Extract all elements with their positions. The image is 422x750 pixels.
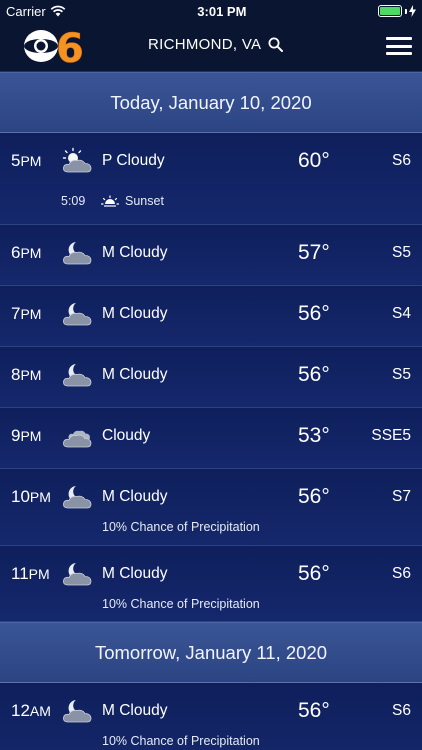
condition-label: M Cloudy [102, 366, 168, 383]
temperature: 56° [298, 699, 330, 722]
wind: S5 [392, 244, 411, 261]
sunset-icon [101, 195, 119, 207]
precipitation-chance: 10% Chance of Precipitation [102, 734, 260, 748]
condition-label: P Cloudy [102, 152, 165, 169]
day-header-tomorrow: Tomorrow, January 11, 2020 [0, 622, 422, 683]
hamburger-menu-icon[interactable] [386, 37, 412, 55]
cloudy-icon [63, 430, 92, 448]
wind: S6 [392, 702, 411, 719]
wind: S7 [392, 488, 411, 505]
clock: 3:01 PM [197, 3, 247, 19]
condition-label: M Cloudy [102, 488, 168, 505]
temperature: 57° [298, 241, 330, 264]
temperature: 60° [298, 149, 330, 172]
mostly-cloudy-night-icon [63, 563, 92, 586]
day-header-today: Today, January 10, 2020 [0, 72, 422, 133]
menu-line [386, 37, 412, 40]
hour-label: 10PM [11, 487, 51, 506]
logo-number: 6 [56, 26, 84, 66]
hourly-row[interactable]: 12AM M Cloudy 56° S6 10% Chance of Preci… [0, 683, 422, 750]
hour-label: 5PM [11, 151, 42, 170]
wind: SSE5 [371, 427, 411, 444]
temperature: 56° [298, 485, 330, 508]
hour-label: 8PM [11, 365, 42, 384]
hour-label: 11PM [11, 564, 50, 583]
hourly-row[interactable]: 5PM P Cloudy 60° S6 5:09 Sunset [0, 133, 422, 225]
wind: S6 [392, 152, 411, 169]
carrier-label: Carrier [6, 3, 46, 19]
hourly-row[interactable]: 10PM M Cloudy 56° S7 10% Chance of Preci… [0, 469, 422, 546]
location-selector[interactable]: RICHMOND, VA [148, 36, 284, 53]
day-header-label: Tomorrow, January 11, 2020 [94, 641, 328, 663]
condition-label: M Cloudy [102, 565, 168, 582]
mostly-cloudy-night-icon [63, 486, 92, 509]
hour-label: 7PM [11, 304, 42, 323]
wind: S5 [392, 366, 411, 383]
condition-label: M Cloudy [102, 702, 168, 719]
sunset-label: Sunset [125, 194, 164, 208]
mostly-cloudy-night-icon [63, 242, 92, 265]
mostly-cloudy-night-icon [63, 700, 92, 723]
wind: S4 [392, 305, 411, 322]
temperature: 56° [298, 363, 330, 386]
menu-line [386, 44, 412, 48]
mostly-cloudy-night-icon [63, 364, 92, 387]
temperature: 56° [298, 562, 330, 585]
sunset-info: 5:09 Sunset [61, 194, 164, 208]
hour-label: 9PM [11, 426, 42, 445]
condition-label: M Cloudy [102, 244, 168, 261]
condition-label: M Cloudy [102, 305, 168, 322]
hourly-row[interactable]: 8PM M Cloudy 56° S5 [0, 347, 422, 408]
status-left: Carrier [6, 4, 66, 19]
battery-icon [378, 5, 402, 17]
condition-label: Cloudy [102, 427, 151, 444]
mostly-cloudy-night-icon [63, 303, 92, 326]
battery-indicator [378, 5, 416, 17]
hourly-row[interactable]: 7PM M Cloudy 56° S4 [0, 286, 422, 347]
nav-bar: 6 RICHMOND, VA [0, 22, 422, 72]
hour-label: 12AM [11, 701, 51, 720]
hourly-row[interactable]: 6PM M Cloudy 57° S5 [0, 225, 422, 286]
hourly-row[interactable]: 11PM M Cloudy 56° S6 10% Chance of Preci… [0, 546, 422, 622]
search-icon[interactable] [268, 37, 284, 52]
temperature: 53° [298, 424, 330, 447]
cbs6-logo[interactable]: 6 [22, 26, 92, 66]
status-bar: Carrier 3:01 PM [0, 0, 422, 22]
location-label: RICHMOND, VA [148, 36, 262, 53]
precipitation-chance: 10% Chance of Precipitation [102, 520, 260, 534]
menu-line [386, 52, 412, 55]
wind: S6 [392, 565, 411, 582]
battery-fill [380, 7, 400, 15]
wifi-icon [50, 5, 66, 17]
hourly-row[interactable]: 9PM Cloudy 53° SSE5 [0, 408, 422, 469]
charging-bolt-icon [409, 5, 416, 17]
sunset-time: 5:09 [61, 194, 86, 208]
partly-cloudy-icon [62, 147, 92, 173]
precipitation-chance: 10% Chance of Precipitation [102, 597, 260, 611]
temperature: 56° [298, 302, 330, 325]
day-header-label: Today, January 10, 2020 [110, 91, 312, 113]
hour-label: 6PM [11, 243, 42, 262]
battery-tip [405, 8, 407, 14]
